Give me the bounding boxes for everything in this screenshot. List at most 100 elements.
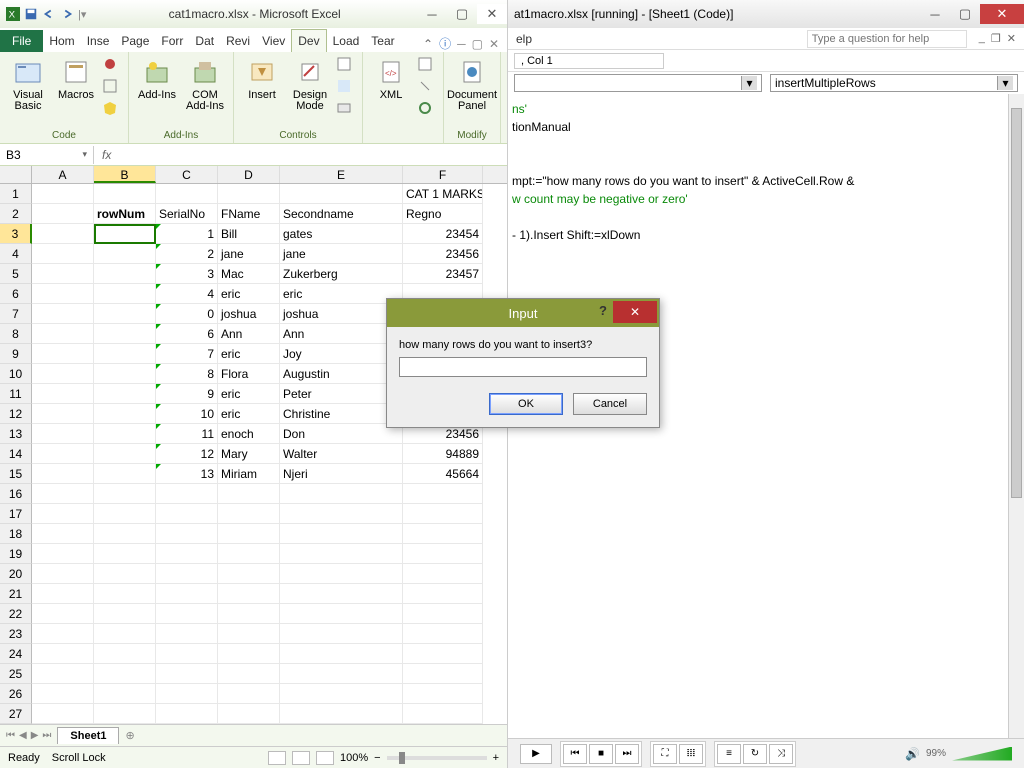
cell[interactable] xyxy=(218,644,280,664)
cancel-button[interactable]: Cancel xyxy=(573,393,647,415)
cell[interactable] xyxy=(94,384,156,404)
cell[interactable]: enoch xyxy=(218,424,280,444)
cell[interactable] xyxy=(32,304,94,324)
maximize-button[interactable]: ▢ xyxy=(447,4,477,24)
cell[interactable] xyxy=(94,404,156,424)
cell[interactable]: 1 xyxy=(156,224,218,244)
cell[interactable] xyxy=(94,664,156,684)
cell[interactable]: Zukerberg xyxy=(280,264,403,284)
view-code-icon[interactable] xyxy=(336,78,356,98)
cell[interactable]: gates xyxy=(280,224,403,244)
cell[interactable]: 8 xyxy=(156,364,218,384)
cell[interactable]: 45664 xyxy=(403,464,483,484)
ok-button[interactable]: OK xyxy=(489,393,563,415)
cell[interactable] xyxy=(403,704,483,724)
cell[interactable]: Miriam xyxy=(218,464,280,484)
cell[interactable] xyxy=(94,244,156,264)
cell[interactable]: 9 xyxy=(156,384,218,404)
tab-page[interactable]: Page xyxy=(115,30,155,52)
cell[interactable] xyxy=(403,484,483,504)
cell[interactable]: joshua xyxy=(280,304,403,324)
row-header[interactable]: 12 xyxy=(0,404,32,424)
row-header[interactable]: 27 xyxy=(0,704,32,724)
cell[interactable] xyxy=(218,604,280,624)
cell[interactable] xyxy=(218,564,280,584)
cell[interactable] xyxy=(32,444,94,464)
relative-ref-icon[interactable] xyxy=(102,78,122,98)
cell[interactable]: 11 xyxy=(156,424,218,444)
cell[interactable]: 12 xyxy=(156,444,218,464)
cell[interactable] xyxy=(94,324,156,344)
row-header[interactable]: 4 xyxy=(0,244,32,264)
cell[interactable] xyxy=(403,684,483,704)
cell[interactable] xyxy=(218,664,280,684)
cell[interactable] xyxy=(94,264,156,284)
cell[interactable] xyxy=(32,324,94,344)
cell[interactable] xyxy=(94,624,156,644)
row-header[interactable]: 3 xyxy=(0,224,32,244)
cell[interactable] xyxy=(218,524,280,544)
cell[interactable]: Ann xyxy=(280,324,403,344)
row-header[interactable]: 17 xyxy=(0,504,32,524)
cell[interactable] xyxy=(94,424,156,444)
tab-team[interactable]: Tear xyxy=(365,30,400,52)
row-header[interactable]: 5 xyxy=(0,264,32,284)
sheet-nav-next-icon[interactable]: ▶ xyxy=(31,730,39,741)
cell[interactable] xyxy=(156,524,218,544)
visual-basic-button[interactable]: Visual Basic xyxy=(6,56,50,129)
cell[interactable]: 2 xyxy=(156,244,218,264)
stop-icon[interactable]: ■ xyxy=(589,744,613,764)
row-header[interactable]: 11 xyxy=(0,384,32,404)
cell[interactable] xyxy=(32,684,94,704)
cell[interactable] xyxy=(94,584,156,604)
row-header[interactable]: 15 xyxy=(0,464,32,484)
tab-insert[interactable]: Inse xyxy=(81,30,116,52)
row-header[interactable]: 19 xyxy=(0,544,32,564)
cell[interactable] xyxy=(94,564,156,584)
cell[interactable]: Joy xyxy=(280,344,403,364)
row-header[interactable]: 9 xyxy=(0,344,32,364)
procedure-dropdown[interactable]: insertMultipleRows▾ xyxy=(770,74,1018,92)
row-header[interactable]: 23 xyxy=(0,624,32,644)
object-dropdown[interactable]: ▾ xyxy=(514,74,762,92)
xml-refresh-icon[interactable] xyxy=(417,100,437,120)
addins-button[interactable]: Add-Ins xyxy=(135,56,179,129)
tab-view[interactable]: Viev xyxy=(256,30,291,52)
cell[interactable]: CAT 1 MARKS xyxy=(403,184,483,204)
dialog-help-icon[interactable]: ? xyxy=(599,303,607,318)
redo-icon[interactable] xyxy=(60,7,74,21)
speaker-icon[interactable]: 🔊 xyxy=(905,747,920,761)
cell[interactable] xyxy=(403,644,483,664)
zoom-slider[interactable] xyxy=(387,756,487,760)
file-tab[interactable]: File xyxy=(0,30,43,52)
cell[interactable] xyxy=(403,664,483,684)
cell[interactable] xyxy=(403,604,483,624)
cell[interactable] xyxy=(94,504,156,524)
cell[interactable] xyxy=(403,504,483,524)
cell[interactable]: eric xyxy=(218,384,280,404)
cell[interactable]: 7 xyxy=(156,344,218,364)
col-header-a[interactable]: A xyxy=(32,166,94,183)
tab-load[interactable]: Load xyxy=(327,30,366,52)
cell[interactable] xyxy=(280,644,403,664)
cell[interactable] xyxy=(156,624,218,644)
new-sheet-icon[interactable]: ⊕ xyxy=(119,729,140,742)
cell[interactable] xyxy=(403,564,483,584)
cell[interactable] xyxy=(32,664,94,684)
row-header[interactable]: 8 xyxy=(0,324,32,344)
fullscreen-icon[interactable]: ⛶ xyxy=(653,744,677,764)
close-button[interactable]: ✕ xyxy=(477,4,507,24)
volume-bar[interactable] xyxy=(952,747,1012,761)
cell[interactable] xyxy=(32,284,94,304)
cell[interactable] xyxy=(218,544,280,564)
cell[interactable] xyxy=(32,504,94,524)
cell[interactable]: 94889 xyxy=(403,444,483,464)
cell[interactable] xyxy=(280,684,403,704)
cell[interactable]: 23457 xyxy=(403,264,483,284)
fx-icon[interactable]: fx xyxy=(94,148,119,162)
cell[interactable] xyxy=(32,184,94,204)
cell[interactable]: FName xyxy=(218,204,280,224)
row-header[interactable]: 21 xyxy=(0,584,32,604)
cell[interactable]: Walter xyxy=(280,444,403,464)
cell[interactable]: eric xyxy=(218,404,280,424)
